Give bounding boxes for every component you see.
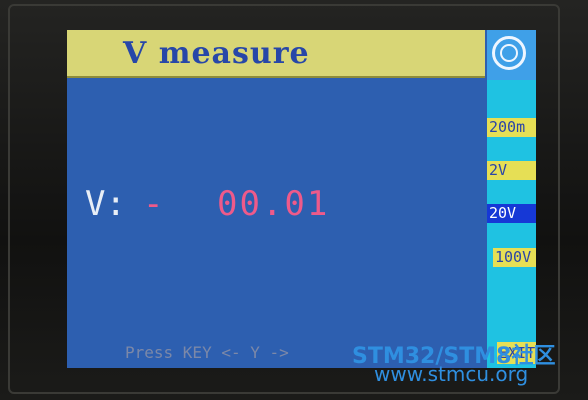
range-button-200m[interactable]: 200m [487, 118, 536, 137]
key-hint: Press KEY <- Y -> [125, 343, 289, 362]
range-button-20v[interactable]: 20V [487, 204, 536, 223]
voltage-label: V: [85, 184, 126, 224]
range-button-2v[interactable]: 2V [487, 161, 536, 180]
voltage-sign: - [143, 184, 164, 224]
range-button-100v[interactable]: 100V [493, 248, 536, 267]
target-ring-icon [492, 36, 526, 70]
menu-button[interactable] [487, 30, 536, 80]
page-title: V measure [123, 36, 310, 71]
lcd-screen: V measure 200m 2V 20V 100V EXIT V: - 00.… [67, 30, 536, 368]
title-bar: V measure [67, 30, 485, 78]
watermark-url: www.stmcu.org [374, 362, 529, 386]
voltage-value: 00.01 [217, 184, 330, 224]
side-panel [487, 30, 536, 368]
